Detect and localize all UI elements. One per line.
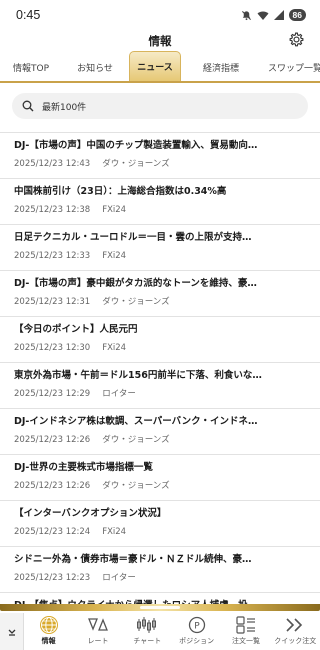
search-area: 最新100件 (0, 83, 320, 125)
quick-order-icon (284, 615, 306, 635)
chevron-down-icon (7, 622, 17, 641)
tab-notices[interactable]: お知らせ (62, 53, 128, 81)
news-title: DJ-【市場の声】中国のチップ製造装置輸入、貿易動向… (14, 140, 258, 151)
news-source: ダウ・ジョーンズ (102, 481, 170, 491)
rate-icon (87, 615, 109, 635)
news-title: 【インターバンクオプション状況】 (14, 508, 167, 519)
news-source: ダウ・ジョーンズ (102, 159, 170, 169)
tab-info-top[interactable]: 情報TOP (0, 53, 62, 81)
news-title: 日足テクニカル・ユーロドル＝一目・雲の上限が支持… (14, 232, 252, 243)
news-list: DJ-【市場の声】中国のチップ製造装置輸入、貿易動向… 2025/12/23 1… (0, 132, 320, 639)
news-item[interactable]: シドニー外為・債券市場＝豪ドル・ＮＺドル続伸、豪… 2025/12/23 12:… (0, 547, 320, 593)
nav-label: クイック注文 (274, 637, 317, 645)
news-datetime: 2025/12/23 12:26 (14, 435, 91, 445)
status-bar: 0:45 86 (0, 0, 320, 30)
order-list-icon (236, 615, 256, 635)
page-title: 情報 (148, 34, 172, 48)
news-title: DJ-インドネシア株は軟調、スーパーバンク・インドネ… (14, 416, 258, 427)
settings-gear-icon[interactable] (287, 30, 305, 48)
mute-icon (241, 10, 252, 21)
news-item[interactable]: 中国株前引け（23日）：上海総合指数は0.34%高 2025/12/23 12:… (0, 179, 320, 225)
status-icons: 86 (241, 9, 306, 21)
bottom-navigation: 情報 レート チャート P ポジション 注文一覧 クイック注文 (0, 604, 320, 650)
nav-quick-order[interactable]: クイック注文 (271, 613, 320, 650)
nav-label: 注文一覧 (231, 637, 260, 645)
globe-icon (39, 615, 59, 635)
signal-icon (273, 10, 284, 20)
news-item[interactable]: DJ-世界の主要株式市場指標一覧 2025/12/23 12:26 ダウ・ジョーン… (0, 455, 320, 501)
news-source: ロイター (102, 573, 136, 583)
nav-label: ポジション (179, 637, 215, 645)
position-icon: P (188, 615, 206, 635)
news-datetime: 2025/12/23 12:23 (14, 573, 91, 583)
nav-order-list[interactable]: 注文一覧 (221, 613, 270, 650)
category-tabs: 情報TOP お知らせ ニュース 経済指標 スワップ一覧 (0, 51, 320, 83)
news-datetime: 2025/12/23 12:43 (14, 159, 91, 169)
status-time: 0:45 (16, 8, 41, 22)
nav-label: チャート (133, 637, 162, 645)
news-title: DJ-世界の主要株式市場指標一覧 (14, 462, 153, 473)
news-title: 【今日のポイント】人民元円 (14, 324, 138, 335)
news-item[interactable]: DJ-インドネシア株は軟調、スーパーバンク・インドネ… 2025/12/23 1… (0, 409, 320, 455)
nav-label: 情報 (41, 637, 56, 645)
news-title: 中国株前引け（23日）：上海総合指数は0.34%高 (14, 186, 227, 197)
news-source: ダウ・ジョーンズ (102, 297, 170, 307)
news-datetime: 2025/12/23 12:29 (14, 389, 91, 399)
news-source: FXi24 (102, 205, 127, 215)
news-source: FXi24 (102, 251, 127, 261)
news-item[interactable]: DJ-【市場の声】豪中銀がタカ派的なトーンを維持、豪… 2025/12/23 1… (0, 271, 320, 317)
news-item[interactable]: 【インターバンクオプション状況】 2025/12/23 12:24 FXi24 (0, 501, 320, 547)
news-datetime: 2025/12/23 12:33 (14, 251, 91, 261)
search-icon (22, 97, 34, 116)
chart-icon (136, 615, 158, 635)
news-datetime: 2025/12/23 12:24 (14, 527, 91, 537)
news-datetime: 2025/12/23 12:26 (14, 481, 91, 491)
tab-economic-indicators[interactable]: 経済指標 (182, 53, 260, 81)
nav-chart[interactable]: チャート (123, 613, 172, 650)
news-title: DJ-【市場の声】豪中銀がタカ派的なトーンを維持、豪… (14, 278, 257, 289)
news-title: 東京外為市場・午前＝ドル156円前半に下落、利食いな… (14, 370, 262, 381)
tab-swap-list[interactable]: スワップ一覧 (260, 53, 320, 81)
news-source: ダウ・ジョーンズ (102, 435, 170, 445)
news-datetime: 2025/12/23 12:31 (14, 297, 91, 307)
news-source: FXi24 (102, 343, 127, 353)
news-source: ロイター (102, 389, 136, 399)
nav-rate[interactable]: レート (73, 613, 122, 650)
news-item[interactable]: 東京外為市場・午前＝ドル156円前半に下落、利食いな… 2025/12/23 1… (0, 363, 320, 409)
battery-indicator: 86 (288, 9, 306, 21)
news-title: シドニー外為・債券市場＝豪ドル・ＮＺドル続伸、豪… (14, 554, 252, 565)
tab-news[interactable]: ニュース (129, 51, 181, 81)
search-input[interactable]: 最新100件 (12, 93, 308, 119)
news-datetime: 2025/12/23 12:30 (14, 343, 91, 353)
svg-text:P: P (194, 622, 200, 632)
collapse-button[interactable] (0, 613, 24, 650)
nav-info[interactable]: 情報 (24, 613, 73, 650)
news-source: FXi24 (102, 527, 127, 537)
header: 情報 (0, 30, 320, 52)
news-item[interactable]: DJ-【市場の声】中国のチップ製造装置輸入、貿易動向… 2025/12/23 1… (0, 133, 320, 179)
nav-position[interactable]: P ポジション (172, 613, 221, 650)
search-placeholder: 最新100件 (42, 102, 87, 113)
news-datetime: 2025/12/23 12:38 (14, 205, 91, 215)
wifi-icon (257, 10, 269, 21)
news-item[interactable]: 日足テクニカル・ユーロドル＝一目・雲の上限が支持… 2025/12/23 12:… (0, 225, 320, 271)
news-item[interactable]: 【今日のポイント】人民元円 2025/12/23 12:30 FXi24 (0, 317, 320, 363)
drag-handle[interactable] (140, 606, 180, 609)
nav-label: レート (87, 637, 109, 645)
